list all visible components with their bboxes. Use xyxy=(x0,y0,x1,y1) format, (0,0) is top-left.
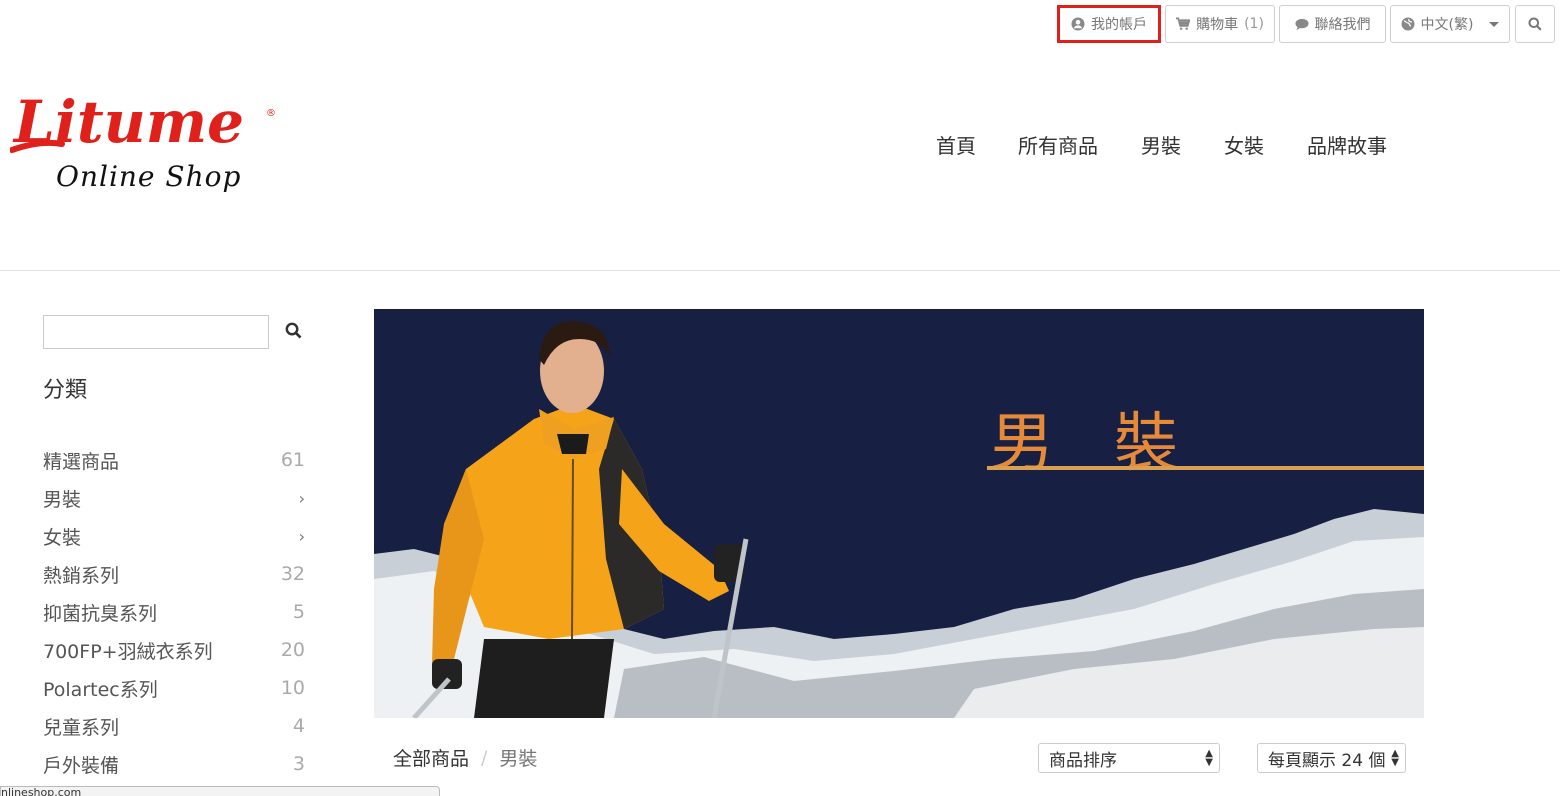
top-search-button[interactable] xyxy=(1515,5,1555,43)
sidebar-search-input[interactable] xyxy=(43,315,269,349)
category-label: 700FP+羽絨衣系列 xyxy=(43,640,213,663)
category-count: 5 xyxy=(292,601,305,623)
per-page-select[interactable]: 每頁顯示 24 個 ▲ ▼ xyxy=(1257,743,1406,773)
language-label: 中文(繁) xyxy=(1420,17,1474,33)
browser-status-bar: nlineshop.com xyxy=(0,786,440,796)
logo-brand-text: Litume xyxy=(12,92,244,156)
banner-underline xyxy=(987,466,1424,470)
category-label: 女裝 xyxy=(43,526,82,549)
category-item-bestsellers[interactable]: 熱銷系列 32 xyxy=(43,555,305,593)
category-item-featured[interactable]: 精選商品 61 xyxy=(43,441,305,479)
select-arrows-icon: ▲ ▼ xyxy=(1205,748,1213,768)
category-count: 32 xyxy=(280,563,305,585)
category-item-polartec[interactable]: Polartec系列 10 xyxy=(43,669,305,707)
category-label: 男裝 xyxy=(43,488,82,511)
category-count: 61 xyxy=(280,449,305,471)
nav-home[interactable]: 首頁 xyxy=(936,130,976,159)
sort-select-value: 商品排序 xyxy=(1049,750,1117,771)
svg-text:®: ® xyxy=(266,108,276,119)
globe-icon xyxy=(1401,17,1415,31)
banner-title: 男裝 xyxy=(990,407,1238,481)
category-item-mens[interactable]: 男裝 › xyxy=(43,479,305,517)
contact-us-button[interactable]: 聯絡我們 xyxy=(1279,5,1386,43)
litume-logo[interactable]: Litume ® Online Shop xyxy=(9,88,282,202)
category-label: Polartec系列 xyxy=(43,678,158,701)
cart-label: 購物車 xyxy=(1196,17,1239,33)
chevron-right-icon[interactable]: › xyxy=(299,489,305,508)
breadcrumb-home-link[interactable]: 全部商品 xyxy=(393,744,469,771)
category-label: 熱銷系列 xyxy=(43,564,120,587)
per-page-select-value: 每頁顯示 24 個 xyxy=(1268,750,1386,771)
category-label: 兒童系列 xyxy=(43,716,120,739)
breadcrumb: 全部商品 / 男裝 xyxy=(393,744,537,771)
category-banner xyxy=(374,309,1424,718)
category-item-womens[interactable]: 女裝 › xyxy=(43,517,305,555)
breadcrumb-current: 男裝 xyxy=(499,748,538,770)
nav-brand-story[interactable]: 品牌故事 xyxy=(1307,130,1387,159)
header-divider xyxy=(0,270,1560,271)
sidebar-search-button[interactable] xyxy=(282,320,304,344)
sort-select[interactable]: 商品排序 ▲ ▼ xyxy=(1038,743,1220,773)
shopping-cart-icon xyxy=(1176,17,1191,31)
category-label: 精選商品 xyxy=(43,450,120,473)
top-utility-bar: 我的帳戶 購物車 (1) 聯絡我們 中文(繁) xyxy=(1057,5,1555,43)
nav-womens[interactable]: 女裝 xyxy=(1224,130,1264,159)
category-count: 4 xyxy=(292,715,305,737)
contact-us-label: 聯絡我們 xyxy=(1314,17,1371,33)
search-icon xyxy=(285,322,302,343)
category-item-down-jacket[interactable]: 700FP+羽絨衣系列 20 xyxy=(43,631,305,669)
cart-count: (1) xyxy=(1244,16,1264,32)
category-item-antibacterial[interactable]: 抑菌抗臭系列 5 xyxy=(43,593,305,631)
language-dropdown[interactable]: 中文(繁) xyxy=(1390,5,1510,43)
my-account-button[interactable]: 我的帳戶 xyxy=(1057,5,1161,43)
nav-mens[interactable]: 男裝 xyxy=(1141,130,1181,159)
nav-all-products[interactable]: 所有商品 xyxy=(1018,130,1098,159)
search-icon xyxy=(1528,17,1542,31)
category-item-outdoor-gear[interactable]: 戶外裝備 3 xyxy=(43,745,305,783)
category-list: 精選商品 61 男裝 › 女裝 › 熱銷系列 32 抑菌抗臭系列 5 700FP+羽絨衣系… xyxy=(43,441,305,783)
category-label: 戶外裝備 xyxy=(43,754,120,777)
banner-image xyxy=(374,321,1424,718)
select-arrows-icon: ▲ ▼ xyxy=(1391,748,1399,768)
category-label: 抑菌抗臭系列 xyxy=(43,602,158,625)
category-heading: 分類 xyxy=(43,378,88,403)
category-count: 20 xyxy=(280,639,305,661)
chat-bubble-icon xyxy=(1294,17,1309,31)
breadcrumb-separator: / xyxy=(481,746,488,769)
cart-button[interactable]: 購物車 (1) xyxy=(1165,5,1275,43)
category-item-kids[interactable]: 兒童系列 4 xyxy=(43,707,305,745)
caret-down-icon xyxy=(1489,21,1500,27)
user-circle-icon xyxy=(1071,17,1085,31)
logo-tagline-text: Online Shop xyxy=(56,160,241,193)
chevron-right-icon[interactable]: › xyxy=(299,527,305,546)
category-count: 3 xyxy=(292,753,305,775)
my-account-label: 我的帳戶 xyxy=(1091,17,1147,33)
category-count: 10 xyxy=(280,677,305,699)
